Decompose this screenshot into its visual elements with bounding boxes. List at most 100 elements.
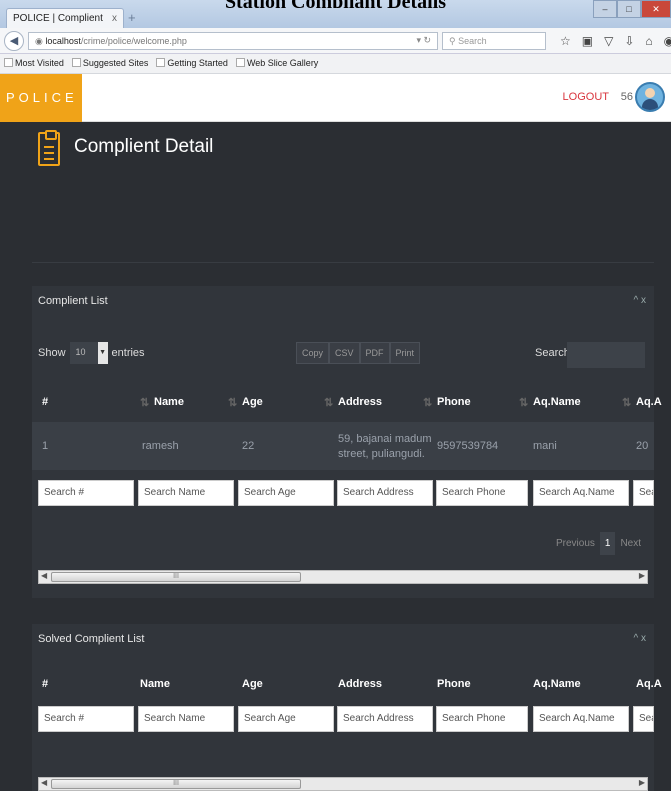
filter-phone-input[interactable]: Search Phone [436, 706, 528, 732]
chevron-down-icon: ▼ [97, 342, 108, 364]
horizontal-scrollbar[interactable]: ◀ III ▶ [38, 570, 648, 584]
globe-icon: ◉ [35, 36, 46, 46]
horizontal-scrollbar[interactable]: ◀ III ▶ [38, 777, 648, 791]
tab-close-icon[interactable]: x [112, 13, 117, 24]
browser-navbar: ◀ ◉ localhost/crime/police/welcome.php ▾… [0, 28, 671, 54]
filter-name-input[interactable]: Search Name [138, 706, 234, 732]
filter-aq-age-input[interactable]: Sear [633, 480, 654, 506]
csv-button[interactable]: CSV [329, 342, 360, 364]
col-aq-name[interactable]: Aq.Name [533, 678, 581, 690]
copy-button[interactable]: Copy [296, 342, 330, 364]
table-row[interactable]: 1 ramesh 22 59, bajanai madum street, pu… [32, 422, 654, 470]
scrollbar-thumb[interactable]: III [51, 779, 301, 789]
col-aq-age[interactable]: Aq.A [636, 678, 662, 690]
cell-number: 1 [42, 440, 49, 452]
cell-aq-age: 20 [636, 440, 649, 452]
bookmark-label: Getting Started [167, 58, 228, 68]
bookmark-most-visited[interactable]: Most Visited [4, 58, 64, 69]
col-aq-age[interactable]: Aq.A [636, 396, 662, 408]
filter-name-input[interactable]: Search Name [138, 480, 234, 506]
col-name[interactable]: Name [154, 396, 184, 408]
next-button[interactable]: Next [615, 532, 646, 555]
brand-logo[interactable]: POLICE [0, 74, 82, 122]
sort-icon: ⇅ [140, 397, 150, 409]
icon-line [44, 152, 54, 154]
bookmark-star-icon[interactable]: ☆ [560, 34, 571, 48]
panel-header: Complient List ^ x [32, 286, 654, 316]
filter-number-input[interactable]: Search # [38, 706, 134, 732]
col-address[interactable]: Address [338, 678, 382, 690]
filter-aq-age-input[interactable]: Sear [633, 706, 654, 732]
bookmark-web-slice-gallery[interactable]: Web Slice Gallery [235, 58, 318, 69]
home-icon[interactable]: ⌂ [645, 34, 652, 48]
app-header: POLICE LOGOUT 56 [0, 74, 671, 122]
entries-label: entries [111, 347, 145, 359]
filter-number-input[interactable]: Search # [38, 480, 134, 506]
bookmark-icon [235, 58, 245, 67]
url-path: /crime/police/welcome.php [80, 36, 187, 46]
download-icon[interactable]: ⇩ [624, 34, 634, 48]
sort-icon: ⇅ [324, 397, 334, 409]
col-phone[interactable]: Phone [437, 678, 471, 690]
sort-icon: ⇅ [423, 397, 433, 409]
scroll-left-icon[interactable]: ◀ [41, 778, 47, 787]
entries-select[interactable]: 10 ▼ [69, 342, 108, 364]
avatar-body [642, 99, 658, 110]
new-tab-icon[interactable]: + [128, 10, 136, 25]
reload-icon[interactable]: ▾ ↻ [416, 35, 431, 46]
icon-line [44, 158, 54, 160]
col-aq-name[interactable]: Aq.Name [533, 396, 581, 408]
pocket-icon[interactable]: ▽ [604, 34, 613, 48]
panel-header: Solved Complient List ^ x [32, 624, 654, 654]
clipboard-list-icon [38, 130, 60, 166]
filter-address-input[interactable]: Search Address [337, 480, 433, 506]
bookmark-icon [156, 58, 166, 67]
browser-toolbar-icons: ☆ ▣ ▽ ⇩ ⌂ ◉ [560, 34, 671, 48]
print-button[interactable]: Print [389, 342, 421, 364]
col-number[interactable]: # [42, 396, 48, 408]
filter-address-input[interactable]: Search Address [337, 706, 433, 732]
browser-tab[interactable]: POLICE | Complient x [6, 8, 124, 28]
col-age[interactable]: Age [242, 678, 263, 690]
filter-age-input[interactable]: Search Age [238, 706, 334, 732]
filter-age-input[interactable]: Search Age [238, 480, 334, 506]
col-number[interactable]: # [42, 678, 48, 690]
sync-icon[interactable]: ◉ [664, 34, 671, 48]
avatar[interactable] [635, 82, 665, 112]
cell-phone: 9597539784 [437, 440, 499, 452]
table-search-input[interactable] [567, 342, 645, 368]
scroll-left-icon[interactable]: ◀ [41, 571, 47, 580]
previous-button[interactable]: Previous [550, 532, 600, 555]
page-1-button[interactable]: 1 [599, 532, 616, 555]
panel-controls-icon[interactable]: ^ x [634, 633, 646, 644]
tab-title: POLICE | Complient [13, 13, 103, 24]
filter-aq-name-input[interactable]: Search Aq.Name [533, 706, 629, 732]
bookmark-icon [71, 58, 81, 67]
bookmark-getting-started[interactable]: Getting Started [156, 58, 228, 69]
col-address[interactable]: Address [338, 396, 382, 408]
address-bar[interactable]: ◉ localhost/crime/police/welcome.php ▾ ↻ [28, 32, 438, 50]
col-name[interactable]: Name [140, 678, 170, 690]
panel-title: Solved Complient List [38, 633, 145, 645]
panel-controls-icon[interactable]: ^ x [634, 295, 646, 306]
bookmark-suggested-sites[interactable]: Suggested Sites [71, 58, 149, 69]
bookmark-label: Suggested Sites [82, 58, 149, 68]
main-content: Complient Detail Complient List ^ x Show… [0, 122, 671, 791]
sort-icon: ⇅ [519, 397, 529, 409]
filter-phone-input[interactable]: Search Phone [436, 480, 528, 506]
scroll-right-icon[interactable]: ▶ [639, 778, 645, 787]
scroll-right-icon[interactable]: ▶ [639, 571, 645, 580]
browser-search-input[interactable]: ⚲ Search [442, 32, 546, 50]
clipboard-icon[interactable]: ▣ [582, 34, 593, 48]
logout-link[interactable]: LOGOUT [563, 91, 609, 103]
pdf-button[interactable]: PDF [359, 342, 390, 364]
col-phone[interactable]: Phone [437, 396, 471, 408]
filter-aq-name-input[interactable]: Search Aq.Name [533, 480, 629, 506]
col-age[interactable]: Age [242, 396, 263, 408]
url-host: localhost [45, 36, 81, 46]
user-number: 56 [620, 91, 633, 103]
back-arrow-icon[interactable]: ◀ [4, 31, 24, 51]
scrollbar-thumb[interactable]: III [51, 572, 301, 582]
bookmark-icon [4, 58, 13, 67]
export-buttons: Copy CSV PDF Print [296, 342, 421, 364]
